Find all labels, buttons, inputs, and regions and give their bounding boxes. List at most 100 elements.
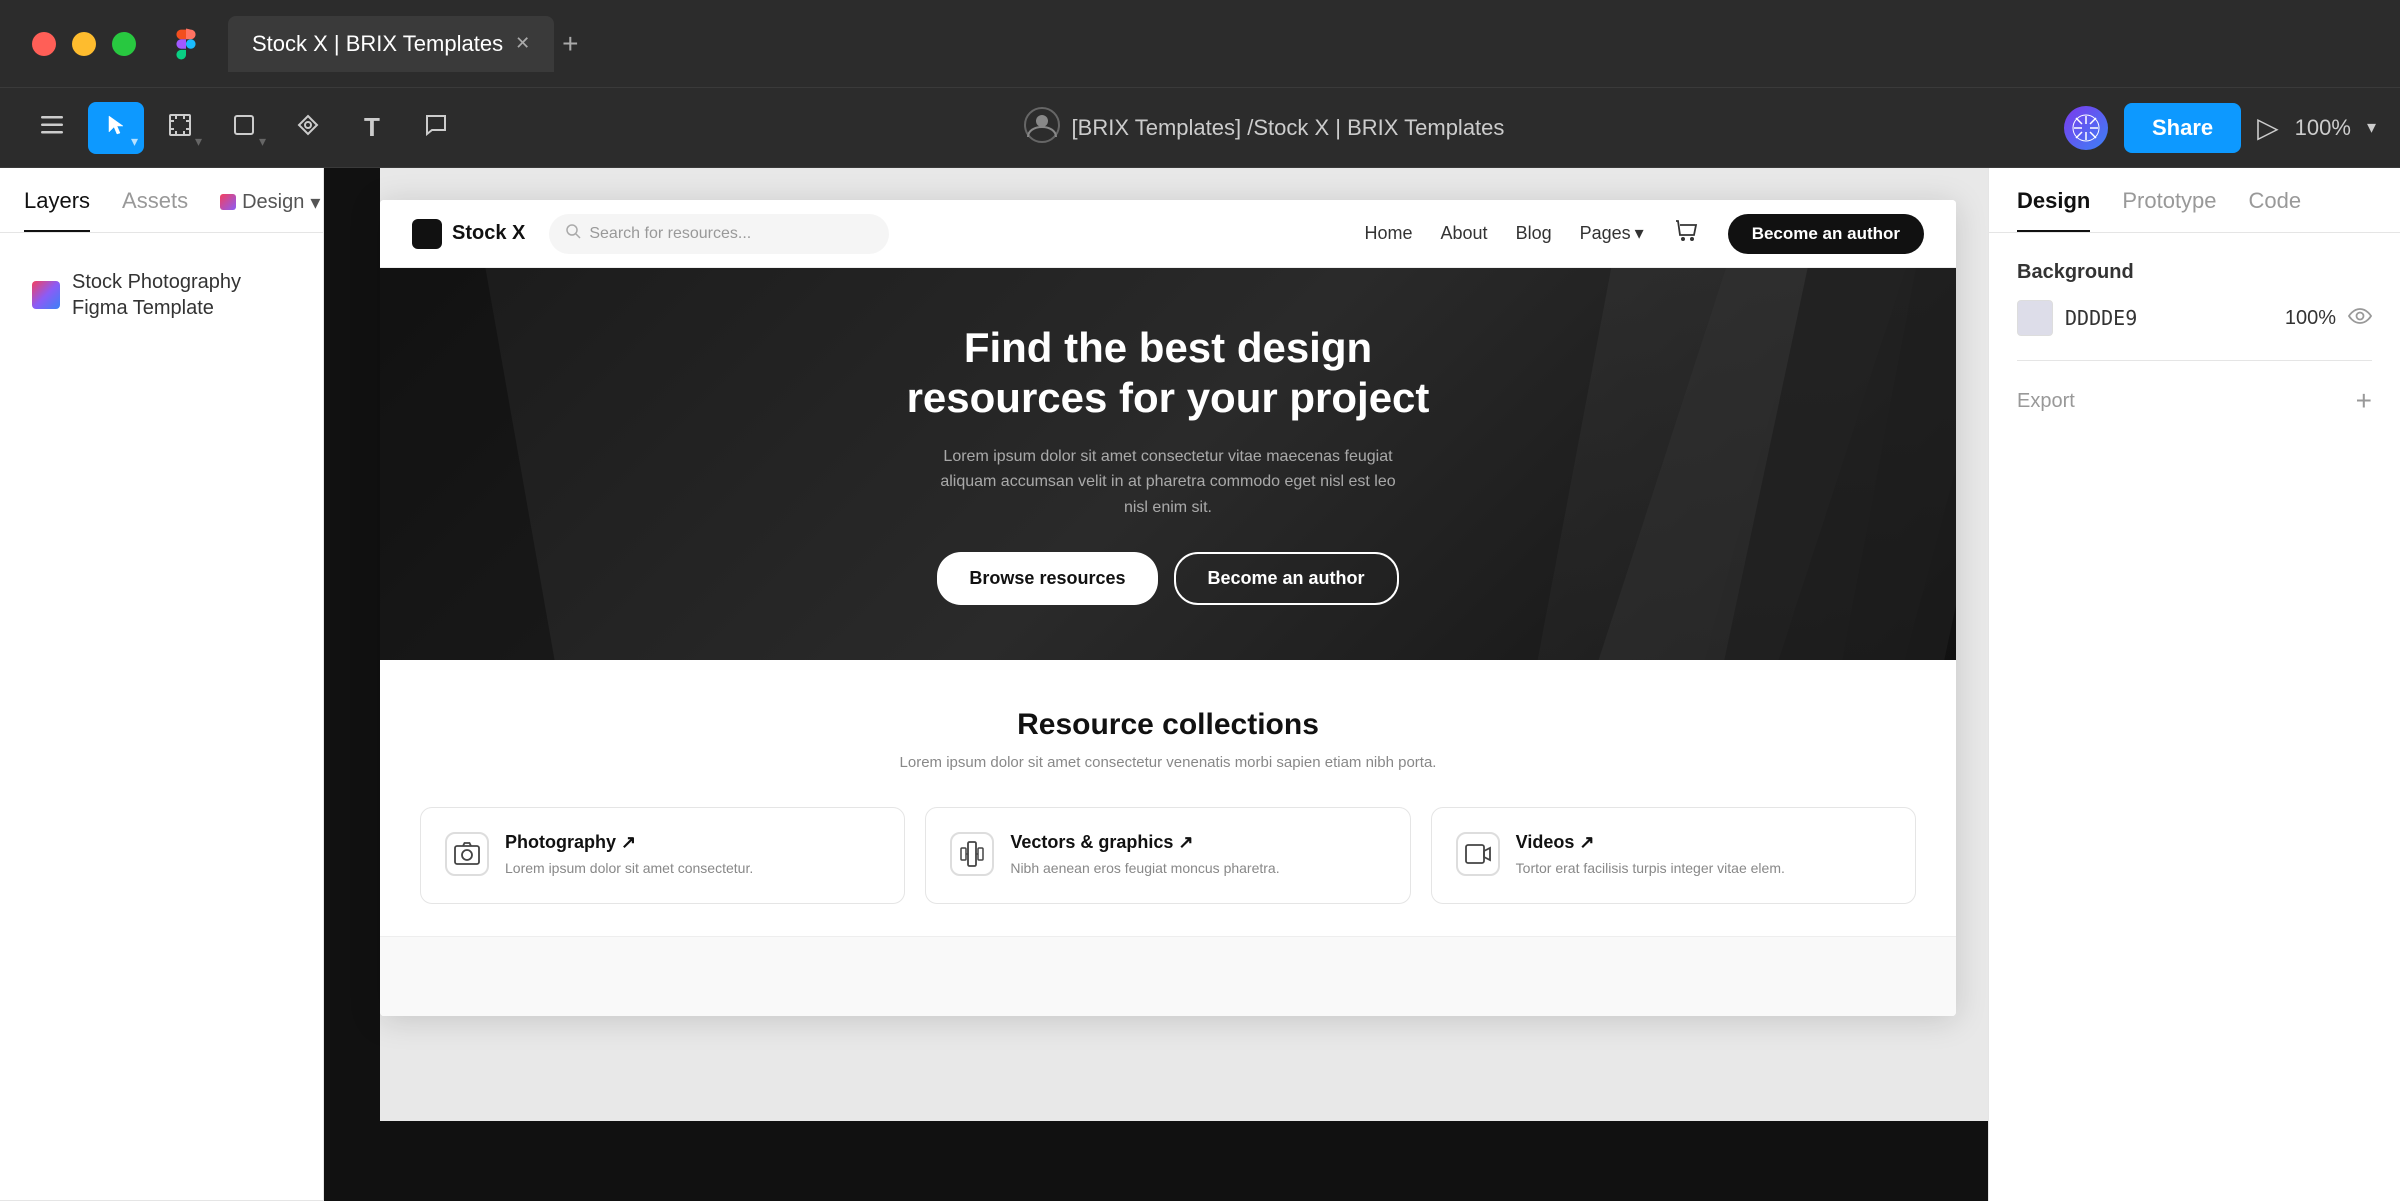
layer-item[interactable]: Stock Photography Figma Template	[24, 257, 299, 333]
tab-close-icon[interactable]: ✕	[515, 33, 530, 54]
tab-design[interactable]: Design	[2017, 188, 2090, 232]
hero-buttons: Browse resources Become an author	[907, 552, 1430, 605]
shape-tool-button[interactable]: ▾	[216, 102, 272, 154]
text-tool-button[interactable]: T	[344, 102, 400, 154]
tab-assets[interactable]: Assets	[122, 188, 188, 232]
collection-vectors-card[interactable]: Vectors & graphics ↗ Nibh aenean eros fe…	[925, 807, 1410, 904]
layer-icon	[32, 281, 60, 309]
active-tab[interactable]: Stock X | BRIX Templates ✕	[228, 16, 554, 72]
hero-subtitle: Lorem ipsum dolor sit amet consectetur v…	[928, 444, 1408, 521]
bottom-preview-strip	[380, 936, 1956, 1016]
tab-code[interactable]: Code	[2249, 188, 2302, 232]
photography-info: Photography ↗ Lorem ipsum dolor sit amet…	[505, 832, 753, 879]
collections-title: Resource collections	[420, 708, 1916, 742]
breadcrumb-area: [BRIX Templates] /Stock X | BRIX Templat…	[472, 107, 2056, 149]
left-panel: Layers Assets Design ▾ Stock Photography…	[0, 168, 324, 1201]
zoom-level[interactable]: 100%	[2295, 115, 2351, 141]
frame-tool-button[interactable]: ▾	[152, 102, 208, 154]
nav-pages[interactable]: Pages ▾	[1580, 223, 1644, 244]
canvas-frame: Stock X Search for resources... Home	[380, 200, 1956, 1016]
design-badge[interactable]: Design ▾	[220, 190, 320, 231]
comment-icon	[425, 114, 447, 142]
site-search[interactable]: Search for resources...	[549, 214, 889, 254]
vectors-icon	[950, 832, 994, 876]
text-icon: T	[364, 112, 380, 143]
maximize-button[interactable]	[112, 32, 136, 56]
user-avatar-icon	[1024, 107, 1060, 149]
nav-home[interactable]: Home	[1365, 223, 1413, 244]
shape-icon	[233, 114, 255, 142]
select-arrow-icon	[107, 114, 125, 142]
right-panel-content: Background DDDDE9 100% Export +	[1989, 233, 2400, 445]
menu-icon	[41, 116, 63, 140]
canvas-left-bar	[324, 168, 380, 1201]
play-icon[interactable]: ▷	[2257, 111, 2279, 144]
close-button[interactable]	[32, 32, 56, 56]
main-layout: Layers Assets Design ▾ Stock Photography…	[0, 168, 2400, 1201]
logo-icon	[412, 219, 442, 249]
nav-become-author-button[interactable]: Become an author	[1728, 214, 1924, 254]
pen-tool-button[interactable]	[280, 102, 336, 154]
become-author-hero-button[interactable]: Become an author	[1174, 552, 1399, 605]
traffic-lights	[32, 32, 136, 56]
collections-grid: Photography ↗ Lorem ipsum dolor sit amet…	[420, 807, 1916, 904]
section-divider	[2017, 360, 2372, 361]
tab-layers[interactable]: Layers	[24, 188, 90, 232]
search-placeholder: Search for resources...	[589, 225, 751, 243]
vectors-name: Vectors & graphics ↗	[1010, 832, 1279, 853]
user-avatar[interactable]	[2064, 106, 2108, 150]
tab-prototype[interactable]: Prototype	[2122, 188, 2216, 232]
toolbar-right: Share ▷ 100% ▾	[2064, 103, 2376, 153]
hero-title: Find the best design resources for your …	[907, 323, 1430, 424]
canvas-area[interactable]: Stock X Search for resources... Home	[324, 168, 1988, 1201]
menu-button[interactable]	[24, 102, 80, 154]
right-panel-tabs: Design Prototype Code	[1989, 168, 2400, 233]
background-color-swatch[interactable]	[2017, 300, 2053, 336]
logo-text: Stock X	[452, 222, 525, 245]
comment-tool-button[interactable]	[408, 102, 464, 154]
browse-resources-button[interactable]: Browse resources	[937, 552, 1157, 605]
nav-pages-chevron-icon: ▾	[1635, 223, 1644, 244]
toolbar: ▾ ▾ ▾	[0, 88, 2400, 168]
collections-section: Resource collections Lorem ipsum dolor s…	[380, 660, 1956, 936]
search-magnifier-icon	[565, 223, 581, 244]
nav-about[interactable]: About	[1441, 223, 1488, 244]
minimize-button[interactable]	[72, 32, 96, 56]
canvas-bottom-bar	[380, 1121, 1988, 1201]
collection-photography-card[interactable]: Photography ↗ Lorem ipsum dolor sit amet…	[420, 807, 905, 904]
videos-desc: Tortor erat facilisis turpis integer vit…	[1516, 859, 1785, 879]
pen-icon	[297, 114, 319, 142]
right-panel: Design Prototype Code Background DDDDE9 …	[1988, 168, 2400, 1201]
new-tab-icon[interactable]: +	[562, 28, 578, 60]
videos-info: Videos ↗ Tortor erat facilisis turpis in…	[1516, 832, 1785, 879]
zoom-chevron-icon[interactable]: ▾	[2367, 117, 2376, 138]
layer-name: Stock Photography Figma Template	[72, 269, 291, 321]
visibility-toggle-icon[interactable]	[2348, 305, 2372, 331]
panel-content: Stock Photography Figma Template	[0, 233, 323, 1200]
breadcrumb-text[interactable]: [BRIX Templates] /Stock X | BRIX Templat…	[1072, 115, 1505, 141]
videos-icon	[1456, 832, 1500, 876]
background-color-row: DDDDE9 100%	[2017, 300, 2372, 336]
background-section-label: Background	[2017, 261, 2372, 284]
vectors-desc: Nibh aenean eros feugiat moncus pharetra…	[1010, 859, 1279, 879]
cart-icon[interactable]	[1672, 217, 1700, 251]
hero-content: Find the best design resources for your …	[867, 323, 1470, 606]
photography-icon	[445, 832, 489, 876]
nav-pages-label: Pages	[1580, 223, 1631, 244]
design-badge-label: Design	[242, 191, 304, 214]
website-mockup: Stock X Search for resources... Home	[380, 200, 1956, 1016]
site-logo: Stock X	[412, 219, 525, 249]
collection-videos-card[interactable]: Videos ↗ Tortor erat facilisis turpis in…	[1431, 807, 1916, 904]
background-color-hex[interactable]: DDDDE9	[2065, 306, 2273, 330]
collections-subtitle: Lorem ipsum dolor sit amet consectetur v…	[420, 754, 1916, 771]
select-tool-button[interactable]: ▾	[88, 102, 144, 154]
titlebar: Stock X | BRIX Templates ✕ +	[0, 0, 2400, 88]
frame-icon	[169, 114, 191, 142]
tab-title: Stock X | BRIX Templates	[252, 31, 503, 57]
background-color-opacity[interactable]: 100%	[2285, 307, 2336, 330]
share-button[interactable]: Share	[2124, 103, 2241, 153]
nav-blog[interactable]: Blog	[1516, 223, 1552, 244]
export-add-icon[interactable]: +	[2356, 385, 2372, 417]
design-chevron-icon: ▾	[310, 190, 320, 215]
photography-name: Photography ↗	[505, 832, 753, 853]
